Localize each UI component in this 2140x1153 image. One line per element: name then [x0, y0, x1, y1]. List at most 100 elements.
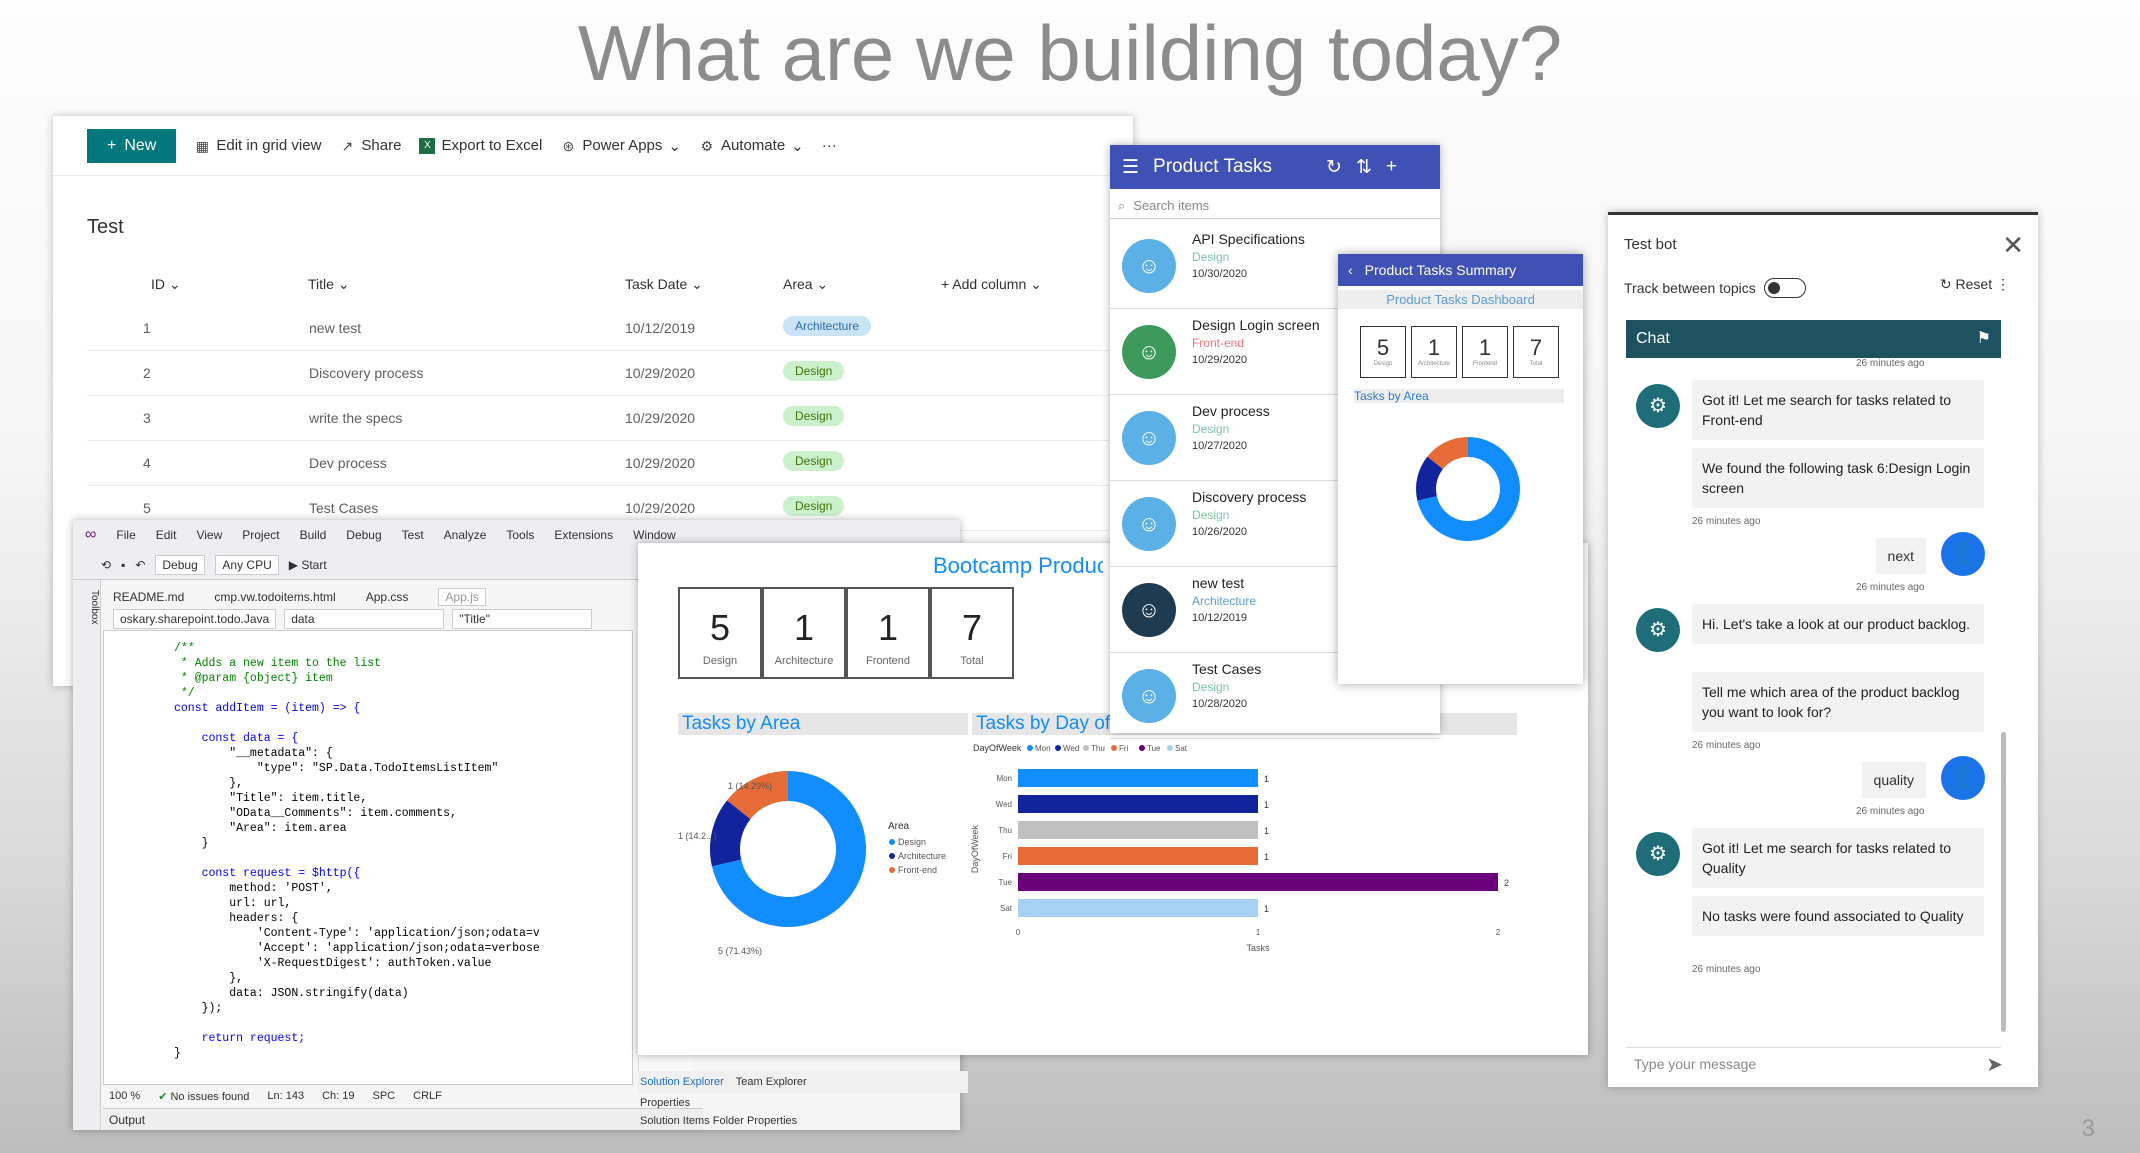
code-line: const addItem = (item) => {	[174, 702, 361, 715]
column-header-task-date[interactable]: Task Date ⌄	[625, 276, 703, 293]
code-line: "Title": item.title,	[174, 792, 368, 805]
menu-item-extensions[interactable]: Extensions	[554, 528, 613, 542]
table-row[interactable]: 4 Dev process 10/29/2020 Design	[87, 441, 1117, 486]
menu-item-view[interactable]: View	[196, 528, 222, 542]
legend-marker	[889, 867, 895, 873]
menu-item-window[interactable]: Window	[633, 528, 676, 542]
menu-item-project[interactable]: Project	[242, 528, 279, 542]
config-select[interactable]: Debug	[155, 554, 206, 575]
toolbox-tab[interactable]: Toolbox	[73, 580, 101, 1130]
row-task-date: 10/29/2020	[625, 410, 696, 426]
back-arrow-icon[interactable]: ‹	[1348, 262, 1353, 278]
message-input[interactable]: Type your message	[1626, 1047, 2001, 1077]
message-time: 26 minutes ago	[1856, 358, 1925, 369]
kpi-value: 5	[709, 607, 731, 648]
item-title: Discovery process	[1192, 489, 1307, 505]
editor-tab[interactable]: README.md	[113, 590, 184, 604]
legend-marker	[1111, 745, 1117, 751]
row-id: 1	[143, 320, 151, 336]
menu-item-file[interactable]: File	[116, 528, 135, 542]
area-badge: Design	[783, 496, 845, 516]
column-header-title[interactable]: Title ⌄	[308, 276, 350, 293]
start-button[interactable]: ▶ Start	[289, 558, 327, 572]
automate-button[interactable]: ⚙ Automate ⌄	[699, 137, 804, 155]
editor-tab[interactable]: App.css	[366, 590, 409, 604]
menu-item-analyze[interactable]: Analyze	[444, 528, 487, 542]
user-avatar-icon: 👤	[1941, 532, 1985, 576]
new-button[interactable]: + New	[87, 128, 177, 163]
tab-solution-explorer[interactable]: Solution Explorer	[640, 1076, 724, 1088]
sort-icon[interactable]: ⇅	[1356, 156, 1372, 179]
row-title[interactable]: Test Cases	[309, 500, 378, 516]
track-toggle[interactable]	[1763, 278, 1806, 298]
undo-icon[interactable]: ↶	[135, 558, 145, 572]
legend-marker	[889, 839, 895, 845]
kpi-card: 7 Total	[930, 587, 1014, 679]
power-apps-button[interactable]: ⊛ Power Apps ⌄	[560, 137, 681, 155]
column-header-id[interactable]: ID ⌄	[151, 276, 181, 293]
more-button[interactable]: ···	[822, 137, 837, 154]
share-button[interactable]: ↗ Share	[339, 137, 402, 154]
row-title[interactable]: new test	[309, 320, 361, 336]
item-title: Design Login screen	[1192, 317, 1320, 333]
chat-scrollbar[interactable]	[2001, 732, 2006, 1032]
search-input[interactable]: Search items	[1133, 198, 1209, 213]
slide-number: 3	[2081, 1115, 2095, 1142]
bar	[1018, 769, 1258, 787]
flag-icon[interactable]: ⚑	[1977, 320, 1991, 358]
send-icon[interactable]: ➤	[1986, 1052, 2003, 1077]
table-row[interactable]: 1 new test 10/12/2019 Architecture	[87, 306, 1117, 351]
menu-item-build[interactable]: Build	[300, 528, 327, 542]
table-row[interactable]: 2 Discovery process 10/29/2020 Design	[87, 351, 1117, 396]
item-area: Design	[1192, 508, 1230, 522]
menu-item-edit[interactable]: Edit	[156, 528, 177, 542]
output-panel[interactable]: Output	[103, 1108, 703, 1130]
user-avatar-icon: 👤	[1941, 756, 1985, 800]
item-area: Design	[1192, 422, 1230, 436]
tab-team-explorer[interactable]: Team Explorer	[736, 1076, 807, 1088]
save-icon[interactable]: ▪	[121, 558, 125, 572]
legend-marker	[1027, 745, 1033, 751]
day-bar-chart[interactable]: DayOfWeek Mon Wed Thu Fri Tue Sat Mon 1 Wed 1 Thu 1 F…	[968, 739, 1528, 969]
legend-item: Fri	[1119, 744, 1129, 753]
menu-item-debug[interactable]: Debug	[346, 528, 381, 542]
code-editor[interactable]: /** * Adds a new item to the list * @par…	[103, 630, 633, 1085]
row-id: 3	[143, 410, 151, 426]
add-icon[interactable]: +	[1386, 156, 1397, 178]
kpi-label: Frontend	[865, 655, 911, 667]
add-column-button[interactable]: + Add column ⌄	[941, 276, 1042, 293]
y-axis-label: DayOfWeek	[970, 824, 980, 873]
whitespace-mode: SPC	[372, 1090, 396, 1102]
close-icon[interactable]: ✕	[2002, 230, 2024, 261]
menu-item-tools[interactable]: Tools	[506, 528, 534, 542]
menu-item-test[interactable]: Test	[402, 528, 424, 542]
table-row[interactable]: 3 write the specs 10/29/2020 Design	[87, 396, 1117, 441]
data-label: 5 (71.43%)	[718, 946, 762, 956]
editor-tab[interactable]: App.js	[438, 588, 486, 606]
row-title[interactable]: Dev process	[309, 455, 387, 471]
row-title[interactable]: Discovery process	[309, 365, 423, 381]
x-tick-label: 1	[1256, 928, 1261, 937]
tasks-by-area-header: Tasks by Area	[678, 713, 968, 735]
y-tick-label: Tue	[999, 878, 1013, 887]
search-bar[interactable]: ⌕ Search items	[1110, 193, 1440, 219]
area-donut-chart[interactable]: 1 (14.29%) 1 (14.2...) 5 (71.43%) Area Desig…	[678, 739, 968, 979]
scope-dropdown[interactable]: "Title"	[452, 609, 593, 629]
column-number: Ch: 19	[322, 1090, 355, 1102]
row-title[interactable]: write the specs	[309, 410, 402, 426]
hamburger-icon[interactable]: ☰	[1122, 156, 1139, 179]
member-dropdown[interactable]: data	[284, 609, 445, 629]
reset-button[interactable]: ↻ Reset ⋮	[1940, 276, 2010, 293]
editor-tab[interactable]: cmp.vw.todoitems.html	[214, 590, 335, 604]
edit-grid-button[interactable]: ▦ Edit in grid view	[194, 137, 322, 154]
zoom-level[interactable]: 100 %	[109, 1090, 140, 1102]
platform-select[interactable]: Any CPU	[215, 554, 279, 575]
code-line: headers: {	[174, 912, 299, 925]
top-border	[1608, 212, 2038, 215]
column-header-area[interactable]: Area ⌄	[783, 276, 828, 293]
back-icon[interactable]: ⟲	[101, 558, 111, 572]
export-excel-button[interactable]: X Export to Excel	[419, 137, 542, 154]
project-dropdown[interactable]: oskary.sharepoint.todo.Java	[113, 609, 277, 629]
refresh-icon[interactable]: ↻	[1326, 156, 1342, 179]
